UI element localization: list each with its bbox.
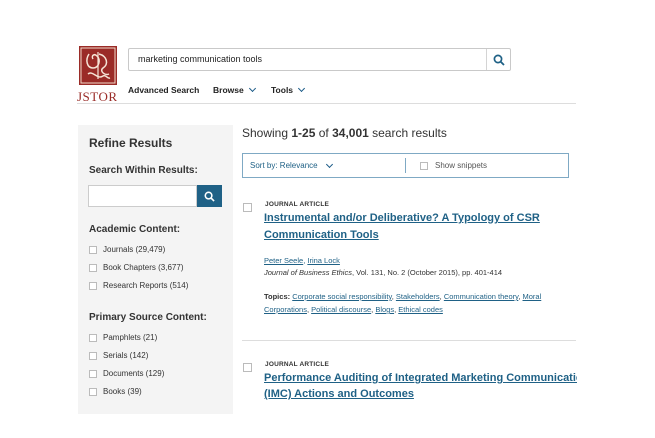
checkbox[interactable] <box>89 281 97 290</box>
checkbox[interactable] <box>420 161 428 170</box>
jstor-logo-emblem[interactable] <box>79 46 117 85</box>
filter-books[interactable]: Books (39) <box>89 387 142 396</box>
search-within-input[interactable] <box>88 185 197 207</box>
search-icon <box>493 54 505 66</box>
refine-results-title: Refine Results <box>89 136 173 150</box>
checkbox[interactable] <box>89 387 97 396</box>
browse-label: Browse <box>213 85 244 95</box>
topics-label: Topics: <box>264 292 291 301</box>
result-title-link[interactable]: Instrumental and/or Deliberative? A Typo… <box>264 211 540 226</box>
filter-pamphlets[interactable]: Pamphlets (21) <box>89 333 157 342</box>
result-select-checkbox[interactable] <box>243 203 252 212</box>
filter-label: Books (39) <box>103 387 142 396</box>
search-within-button[interactable] <box>197 185 222 207</box>
search-button[interactable] <box>487 49 510 70</box>
result-title-link[interactable]: (IMC) Actions and Outcomes <box>264 387 414 402</box>
checkbox[interactable] <box>89 263 97 272</box>
checkbox[interactable] <box>89 245 97 254</box>
topic-link[interactable]: Ethical codes <box>398 305 443 314</box>
result-title-link[interactable]: Performance Auditing of Integrated Marke… <box>264 371 577 386</box>
topic-link[interactable]: Communication theory <box>444 292 518 301</box>
checkbox[interactable] <box>89 333 97 342</box>
topic-link[interactable]: Corporations <box>264 305 307 314</box>
toolbar-divider <box>405 158 406 173</box>
citation-details: , Vol. 131, No. 2 (October 2015), pp. 40… <box>351 268 503 277</box>
chevron-down-icon <box>248 84 256 93</box>
filter-journals[interactable]: Journals (29,479) <box>89 245 165 254</box>
filter-label: Documents (129) <box>103 369 165 378</box>
academic-content-title: Academic Content: <box>89 224 181 235</box>
topic-link[interactable]: Blogs <box>375 305 394 314</box>
sort-dropdown[interactable]: Sort by: Relevance <box>250 160 333 170</box>
sort-label: Sort by: Relevance <box>250 161 318 170</box>
result-citation: Journal of Business Ethics, Vol. 131, No… <box>264 268 502 277</box>
filter-serials[interactable]: Serials (142) <box>89 351 148 360</box>
tools-menu[interactable]: Tools <box>271 84 306 95</box>
result-authors: Peter Seele, Irina Lock <box>264 256 340 265</box>
topic-link[interactable]: Corporate social responsibility <box>292 292 392 301</box>
topic-link[interactable]: Stakeholders <box>396 292 440 301</box>
journal-name: Journal of Business Ethics <box>264 268 352 277</box>
content-type-label: JOURNAL ARTICLE <box>265 201 330 208</box>
topic-link[interactable]: Political discourse <box>311 305 371 314</box>
topic-link[interactable]: Moral <box>523 292 542 301</box>
snippets-label: Show snippets <box>435 161 488 170</box>
chevron-down-icon <box>298 84 306 93</box>
filter-research-reports[interactable]: Research Reports (514) <box>89 281 188 290</box>
browse-menu[interactable]: Browse <box>213 84 256 95</box>
tools-label: Tools <box>271 85 294 95</box>
chevron-down-icon <box>325 160 333 169</box>
results-total: 34,001 <box>332 126 369 140</box>
filter-label: Serials (142) <box>103 351 149 360</box>
results-of: of <box>315 126 333 140</box>
result-title-link[interactable]: Communication Tools <box>264 228 379 243</box>
results-count: Showing 1-25 of 34,001 search results <box>242 126 447 140</box>
content-type-label: JOURNAL ARTICLE <box>265 361 330 368</box>
search-within-label: Search Within Results: <box>89 165 198 176</box>
search-icon <box>204 191 215 202</box>
header-divider <box>77 103 576 104</box>
filter-label: Pamphlets (21) <box>103 333 158 342</box>
filter-book-chapters[interactable]: Book Chapters (3,677) <box>89 263 184 272</box>
filter-label: Journals (29,479) <box>103 245 166 254</box>
result-select-checkbox[interactable] <box>243 363 252 372</box>
author-link[interactable]: Peter Seele <box>264 256 303 265</box>
author-link[interactable]: Irina Lock <box>307 256 340 265</box>
filter-documents[interactable]: Documents (129) <box>89 369 164 378</box>
show-snippets-toggle[interactable]: Show snippets <box>420 161 487 170</box>
result-topics: Topics: Corporate social responsibility,… <box>264 292 542 314</box>
jstor-emblem-icon <box>80 47 116 84</box>
result-divider <box>242 340 576 341</box>
checkbox[interactable] <box>89 369 97 378</box>
checkbox[interactable] <box>89 351 97 360</box>
results-prefix: Showing <box>242 126 292 140</box>
advanced-search-link[interactable]: Advanced Search <box>128 85 199 95</box>
results-suffix: search results <box>368 126 447 140</box>
primary-source-title: Primary Source Content: <box>89 312 207 323</box>
results-range: 1-25 <box>291 126 316 140</box>
search-input-value[interactable]: marketing communication tools <box>138 54 262 64</box>
filter-label: Research Reports (514) <box>103 281 189 290</box>
filter-label: Book Chapters (3,677) <box>103 263 184 272</box>
